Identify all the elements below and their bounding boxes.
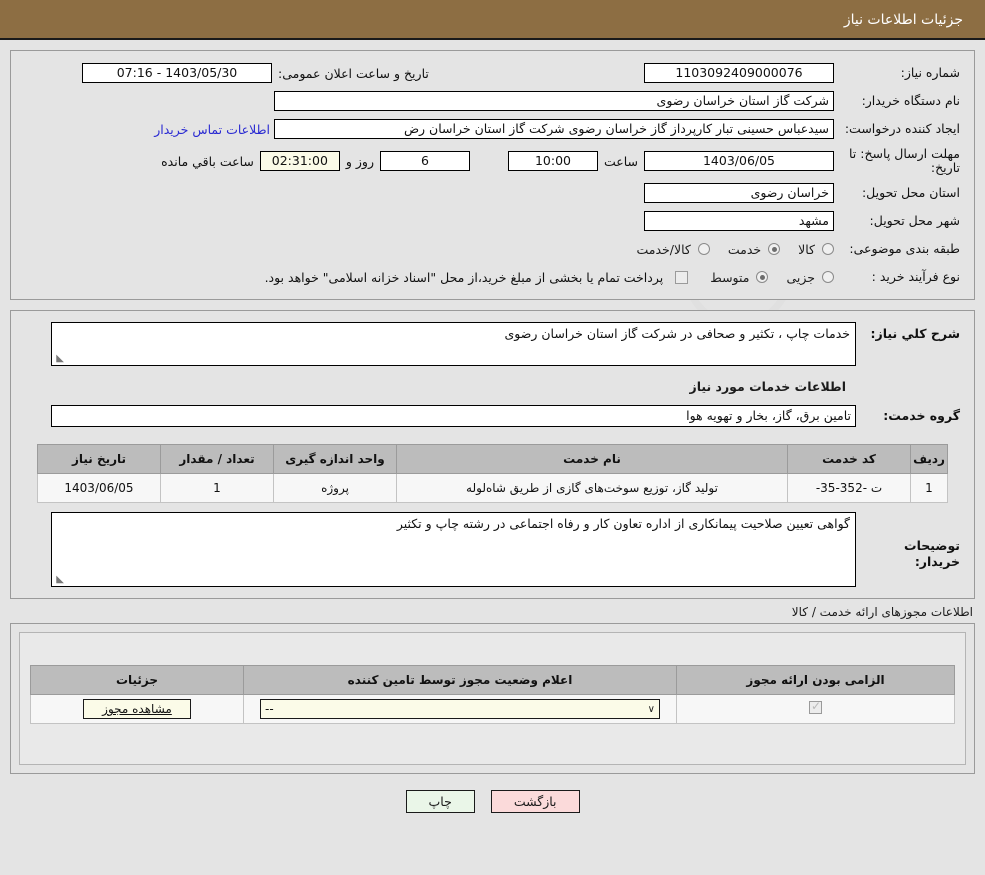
radio-category-2[interactable] (697, 243, 710, 255)
category-radio-group: کالا خدمت کالا/خدمت (622, 242, 834, 257)
service-section-heading: اطلاعات خدمات مورد نیاز (689, 379, 847, 394)
radio-process-0[interactable] (822, 271, 834, 283)
need-summary-label: شرح کلي نیاز: (870, 326, 960, 341)
province-value: خراسان رضوی (644, 183, 834, 203)
buyer-org-label: نام دستگاه خریدار: (861, 93, 960, 109)
row-need-summary: شرح کلي نیاز: خدمات چاپ ، تکثیر و صحافی … (19, 321, 966, 367)
remaining-time-value: 02:31:00 (259, 151, 340, 171)
radio-process-1[interactable] (756, 271, 769, 283)
col-service-code: کد خدمت (787, 444, 911, 474)
radio-category-2-label: کالا/خدمت (636, 241, 691, 257)
permits-table-header-row: الزامی بودن ارائه مجوز اعلام وضعیت مجوز … (30, 665, 955, 695)
services-table-header-row: ردیف کد خدمت نام خدمت واحد اندازه گیری ت… (37, 444, 948, 474)
permit-required-checkbox (809, 699, 822, 714)
deadline-date-value: 1403/06/05 (644, 151, 834, 171)
need-summary-textarea[interactable]: خدمات چاپ ، تکثیر و صحافی در شرکت گاز اس… (51, 322, 856, 366)
row-deadline: مهلت ارسال پاسخ: تا تاریخ: 1403/06/05 سا… (19, 143, 966, 179)
need-number-label: شماره نیاز: (900, 65, 960, 81)
row-buyer-notes: توضیحات خریدار: گواهی تعیین صلاحیت پیمان… (19, 511, 966, 588)
chevron-down-icon: ∨ (647, 703, 655, 715)
deadline-hour-label: ساعت (603, 153, 638, 169)
cell-service-code: ت -352-35- (787, 473, 911, 503)
row-city: شهر محل تحویل: مشهد (19, 207, 966, 235)
need-info-panel: شماره نیاز: 1103092409000076 تاریخ و ساع… (10, 50, 975, 300)
col-row-no: ردیف (910, 444, 948, 474)
radio-category-0[interactable] (822, 243, 834, 255)
treasury-checkbox[interactable] (675, 270, 689, 284)
services-table-wrapper: ردیف کد خدمت نام خدمت واحد اندازه گیری ت… (19, 430, 966, 503)
permit-status-value: -- (265, 702, 274, 716)
col-need-date: تاریخ نیاز (37, 444, 161, 474)
creator-value: سیدعباس حسینی تبار کارپرداز گاز خراسان ر… (274, 119, 834, 139)
remaining-days-label: روز و (345, 153, 374, 169)
service-group-value: تامین برق، گاز، بخار و تهویه هوا (51, 405, 856, 427)
resize-grip-icon[interactable]: ◣ (54, 354, 64, 364)
category-label: طبقه بندی موضوعی: (849, 241, 960, 257)
permit-status-select[interactable]: ∨ -- (260, 699, 660, 719)
process-radio-group: جزیی متوسط (696, 270, 834, 285)
cell-need-date: 1403/06/05 (37, 473, 161, 503)
province-label: استان محل تحویل: (861, 185, 960, 201)
col-permit-required: الزامی بودن ارائه مجوز (676, 665, 955, 695)
row-creator: ایجاد کننده درخواست: سیدعباس حسینی تبار … (19, 115, 966, 143)
buyer-org-value: شرکت گاز استان خراسان رضوی (274, 91, 834, 111)
col-service-name: نام خدمت (396, 444, 788, 474)
row-need-number: شماره نیاز: 1103092409000076 تاریخ و ساع… (19, 59, 966, 87)
cell-permit-required (676, 694, 955, 724)
need-number-value: 1103092409000076 (644, 63, 834, 83)
remaining-days-value: 6 (379, 151, 470, 171)
buyer-contact-link[interactable]: اطلاعات تماس خریدار (150, 122, 274, 137)
remaining-time-label: ساعت باقي مانده (161, 153, 254, 169)
permits-panel: الزامی بودن ارائه مجوز اعلام وضعیت مجوز … (10, 623, 975, 774)
treasury-note: پرداخت تمام یا بخشی از مبلغ خرید،از محل … (264, 269, 664, 285)
footer-buttons: بازگشت چاپ (0, 774, 985, 813)
print-button[interactable]: چاپ (405, 790, 475, 813)
table-row: 1 ت -352-35- تولید گاز، توزیع سوخت‌های گ… (37, 473, 948, 503)
col-unit: واحد اندازه گیری (273, 444, 397, 474)
permits-heading: اطلاعات مجوزهای ارائه خدمت / کالا (791, 605, 973, 619)
radio-category-0-label: کالا (798, 241, 815, 257)
row-process: نوع فرآیند خرید : جزیی متوسط پرداخت تمام… (19, 263, 966, 291)
cell-unit: پروژه (273, 473, 397, 503)
cell-quantity: 1 (160, 473, 274, 503)
view-permit-button[interactable]: مشاهده مجوز (83, 699, 191, 719)
radio-process-1-label: متوسط (710, 269, 750, 285)
buyer-notes-textarea[interactable]: گواهی تعیین صلاحیت پیمانکاری از اداره تع… (51, 512, 856, 587)
creator-label: ایجاد کننده درخواست: (844, 121, 960, 137)
row-buyer-org: نام دستگاه خریدار: شرکت گاز استان خراسان… (19, 87, 966, 115)
announce-datetime-label: تاریخ و ساعت اعلان عمومی: (278, 65, 429, 81)
process-label: نوع فرآیند خرید : (871, 269, 960, 285)
back-button[interactable]: بازگشت (490, 790, 580, 813)
row-category: طبقه بندی موضوعی: کالا خدمت کالا/خدمت (19, 235, 966, 263)
radio-category-1[interactable] (768, 243, 781, 255)
row-service-group: گروه خدمت: تامین برق، گاز، بخار و تهویه … (19, 402, 966, 430)
buyer-notes-value: گواهی تعیین صلاحیت پیمانکاری از اداره تع… (396, 516, 850, 531)
services-table: ردیف کد خدمت نام خدمت واحد اندازه گیری ت… (37, 444, 948, 503)
col-quantity: تعداد / مقدار (160, 444, 274, 474)
cell-service-name: تولید گاز، توزیع سوخت‌های گازی از طریق ش… (396, 473, 788, 503)
col-permit-status: اعلام وضعیت مجوز توسط تامین کننده (243, 665, 677, 695)
need-detail-panel: شرح کلي نیاز: خدمات چاپ ، تکثیر و صحافی … (10, 310, 975, 599)
service-group-label: گروه خدمت: (883, 408, 960, 424)
row-province: استان محل تحویل: خراسان رضوی (19, 179, 966, 207)
need-summary-value: خدمات چاپ ، تکثیر و صحافی در شرکت گاز اس… (504, 326, 850, 341)
resize-grip-icon-2[interactable]: ◣ (54, 575, 64, 585)
deadline-hour-value: 10:00 (507, 151, 598, 171)
cell-permit-details: مشاهده مجوز (30, 694, 244, 724)
col-permit-details: جزئیات (30, 665, 244, 695)
cell-permit-status: ∨ -- (243, 694, 677, 724)
permits-inner-panel: الزامی بودن ارائه مجوز اعلام وضعیت مجوز … (19, 632, 966, 765)
city-label: شهر محل تحویل: (869, 213, 960, 229)
cell-row-no: 1 (910, 473, 948, 503)
buyer-notes-label: توضیحات خریدار: (904, 538, 960, 569)
deadline-label: مهلت ارسال پاسخ: تا تاریخ: (849, 145, 960, 175)
city-value: مشهد (644, 211, 834, 231)
page-title: جزئیات اطلاعات نیاز (0, 0, 985, 40)
radio-process-0-label: جزیی (786, 269, 815, 285)
permits-table: الزامی بودن ارائه مجوز اعلام وضعیت مجوز … (30, 665, 955, 724)
table-row: ∨ -- مشاهده مجوز (30, 694, 955, 724)
radio-category-1-label: خدمت (727, 241, 762, 257)
announce-datetime-value: 1403/05/30 - 07:16 (82, 63, 272, 83)
